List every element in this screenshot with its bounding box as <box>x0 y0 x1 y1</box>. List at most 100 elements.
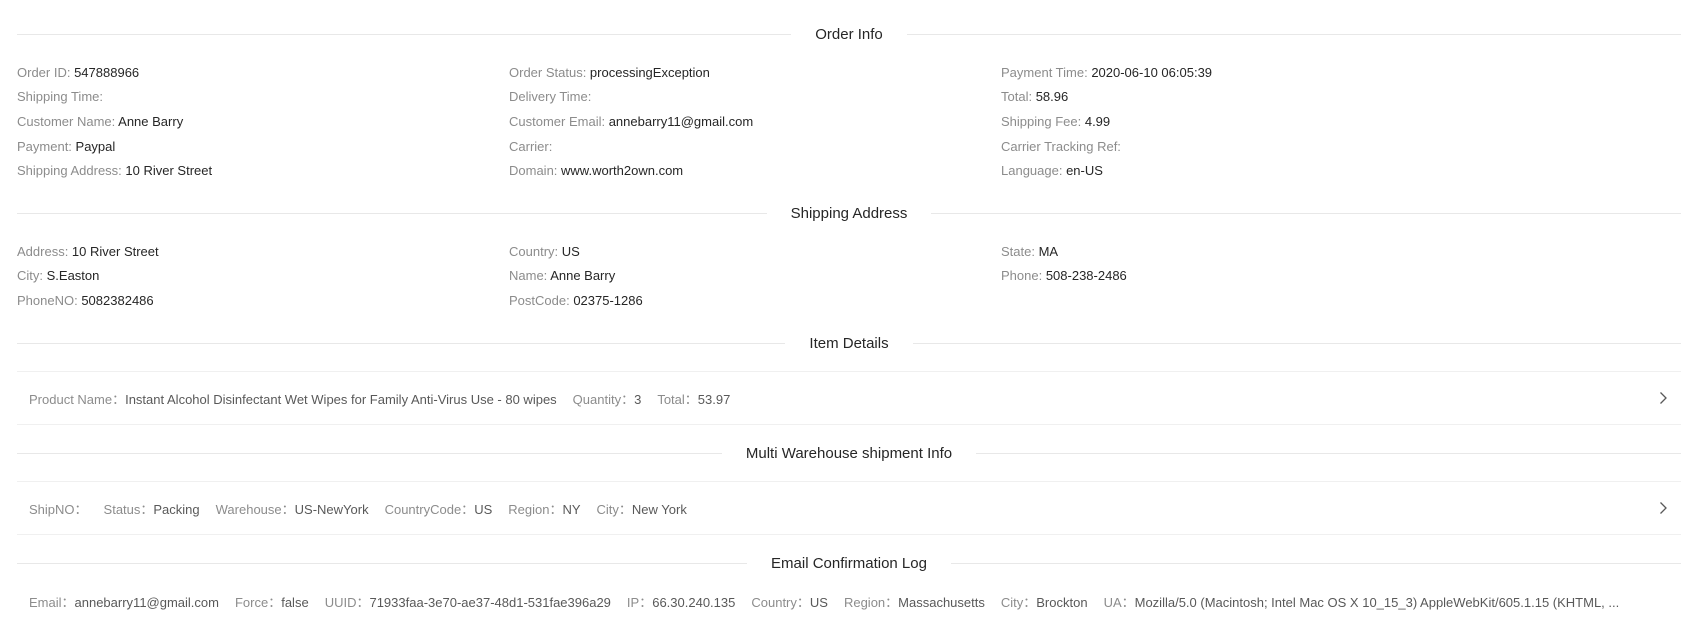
field-value: US <box>561 243 580 259</box>
log-ua-value: Mozilla/5.0 (Macintosh; Intel Mac OS X 1… <box>1134 594 1620 610</box>
email-log-divider: Email Confirmation Log <box>17 553 1681 573</box>
log-force: Force：false <box>235 592 309 611</box>
log-email: Email：annebarry11@gmail.com <box>29 592 219 611</box>
log-force-label: Force： <box>234 594 282 610</box>
delivery-time-field: Delivery Time: <box>509 89 1001 104</box>
phone-field: Phone: 508-238-2486 <box>1001 268 1493 283</box>
item-details-divider: Item Details <box>17 333 1682 353</box>
chevron-right-icon[interactable] <box>1655 390 1671 406</box>
order-info-row: Customer Name: Anne Barry Customer Email… <box>17 109 1681 134</box>
shipno-label: ShipNO： <box>29 501 88 517</box>
region: Region：NY <box>508 499 580 518</box>
log-city-label: City： <box>1000 594 1037 610</box>
carrier-field: Carrier: <box>509 139 1001 154</box>
log-uuid-value: 71933faa-3e70-ae37-48d1-531fae396a29 <box>369 594 611 610</box>
item-row[interactable]: Product Name：Instant Alcohol Disinfectan… <box>17 371 1681 425</box>
customer-name-field: Customer Name: Anne Barry <box>17 114 509 129</box>
field-label: Name: <box>509 268 551 284</box>
log-email-value: annebarry11@gmail.com <box>74 594 219 610</box>
field-value: processingException <box>589 64 710 80</box>
city-value: New York <box>631 501 687 517</box>
order-info-row: Order ID: 547888966 Order Status: proces… <box>17 60 1681 85</box>
field-value: 2020-06-10 06:05:39 <box>1091 64 1213 80</box>
log-ua: UA：Mozilla/5.0 (Macintosh; Intel Mac OS … <box>1104 592 1669 611</box>
field-value: S.Easton <box>46 268 100 284</box>
field-label: Phone: <box>1001 268 1046 284</box>
shipping-address-field: Shipping Address: 10 River Street <box>17 163 509 178</box>
chevron-right-icon[interactable] <box>1655 500 1671 516</box>
warehouse: Warehouse：US-NewYork <box>216 499 369 518</box>
field-value: annebarry11@gmail.com <box>608 113 754 129</box>
divider-line <box>912 342 1682 344</box>
log-ip-value: 66.30.240.135 <box>652 594 736 610</box>
field-label: PostCode: <box>509 292 574 308</box>
field-value: Anne Barry <box>550 268 616 284</box>
item-total-label: Total： <box>657 391 698 407</box>
carrier-tracking-ref-field: Carrier Tracking Ref: <box>1001 139 1493 154</box>
payment-time-field: Payment Time: 2020-06-10 06:05:39 <box>1001 65 1493 80</box>
city: City：New York <box>597 499 687 518</box>
field-label: Carrier: <box>509 138 553 154</box>
countrycode: CountryCode：US <box>385 499 493 518</box>
field-label: City: <box>17 268 47 284</box>
log-city: City：Brockton <box>1001 592 1088 611</box>
domain-field: Domain: www.worth2own.com <box>509 163 1001 178</box>
field-label: Delivery Time: <box>509 89 592 105</box>
shipno: ShipNO： <box>29 499 88 518</box>
shipping-address-title: Shipping Address <box>790 204 908 222</box>
log-uuid-label: UUID： <box>324 594 370 610</box>
status-value: Packing <box>153 501 200 517</box>
order-info-divider: Order Info <box>17 24 1681 44</box>
name-field: Name: Anne Barry <box>509 268 1001 283</box>
city-field: City: S.Easton <box>17 268 509 283</box>
log-ip-label: IP： <box>626 594 653 610</box>
shipping-address-divider: Shipping Address <box>17 203 1681 223</box>
log-force-value: false <box>281 594 309 610</box>
product-name: Product Name：Instant Alcohol Disinfectan… <box>29 389 557 408</box>
field-label: Language: <box>1001 163 1067 179</box>
countrycode-value: US <box>474 501 493 517</box>
shipment-row[interactable]: ShipNO： Status：Packing Warehouse：US-NewY… <box>17 481 1681 535</box>
warehouse-value: US-NewYork <box>294 501 369 517</box>
divider-line <box>17 452 722 454</box>
order-info-row: Shipping Time: Delivery Time: Total: 58.… <box>17 85 1681 110</box>
phoneno-field: PhoneNO: 5082382486 <box>17 293 509 308</box>
field-value: 547888966 <box>74 64 140 80</box>
shipping-fee-field: Shipping Fee: 4.99 <box>1001 114 1493 129</box>
field-label: Address: <box>17 243 72 259</box>
quantity-value: 3 <box>634 391 642 407</box>
email-log-row: Email：annebarry11@gmail.com Force：false … <box>17 588 1681 614</box>
field-value: Anne Barry <box>118 113 184 129</box>
log-region-value: Massachusetts <box>898 594 985 610</box>
field-value: 508-238-2486 <box>1045 268 1127 284</box>
field-label: Payment Time: <box>1001 64 1092 80</box>
log-country: Country：US <box>751 592 828 611</box>
field-value: 10 River Street <box>125 163 213 179</box>
field-label: Carrier Tracking Ref: <box>1001 138 1121 154</box>
shipment-status: Status：Packing <box>104 499 200 518</box>
multi-warehouse-divider: Multi Warehouse shipment Info <box>17 443 1681 463</box>
order-status-field: Order Status: processingException <box>509 65 1001 80</box>
item-total-value: 53.97 <box>697 391 731 407</box>
region-value: NY <box>562 501 581 517</box>
field-value: 4.99 <box>1084 113 1111 129</box>
log-region: Region：Massachusetts <box>844 592 985 611</box>
log-ua-label: UA： <box>1103 594 1135 610</box>
field-value: www.worth2own.com <box>561 163 684 179</box>
address-field: Address: 10 River Street <box>17 244 509 259</box>
order-id-field: Order ID: 547888966 <box>17 65 509 80</box>
log-country-value: US <box>809 594 828 610</box>
order-info-grid: Order ID: 547888966 Order Status: proces… <box>17 60 1681 183</box>
divider-line <box>17 33 792 35</box>
log-country-label: Country： <box>751 594 810 610</box>
log-ip: IP：66.30.240.135 <box>627 592 735 611</box>
order-info-row: Payment: Paypal Carrier: Carrier Trackin… <box>17 134 1681 159</box>
total-field: Total: 58.96 <box>1001 89 1493 104</box>
log-uuid: UUID：71933faa-3e70-ae37-48d1-531fae396a2… <box>325 592 611 611</box>
log-email-label: Email： <box>29 594 75 610</box>
divider-line <box>950 562 1681 564</box>
field-label: Domain: <box>509 163 562 179</box>
field-label: PhoneNO: <box>17 292 82 308</box>
status-label: Status： <box>103 501 154 517</box>
customer-email-field: Customer Email: annebarry11@gmail.com <box>509 114 1001 129</box>
